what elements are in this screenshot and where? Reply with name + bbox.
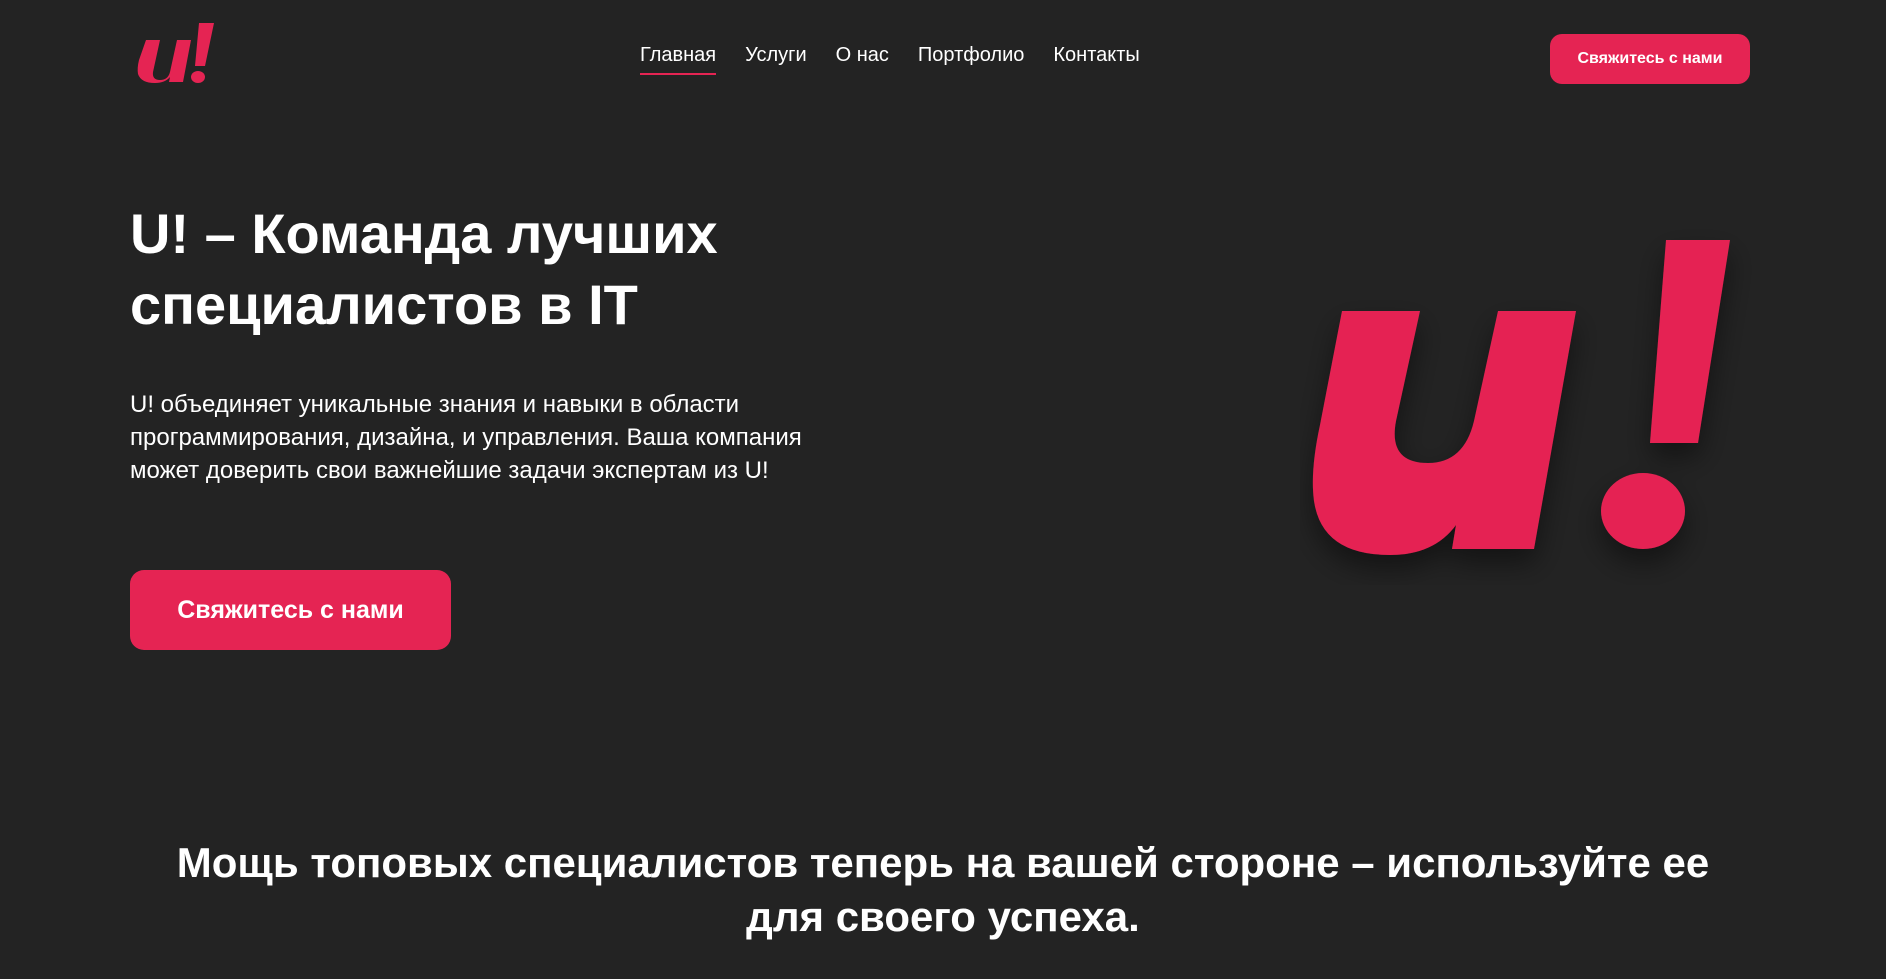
nav-item-portfolio[interactable]: Портфолио <box>918 44 1024 75</box>
header-contact-button[interactable]: Свяжитесь с нами <box>1550 34 1750 84</box>
nav-item-about[interactable]: О нас <box>836 44 889 75</box>
hero-logo <box>1312 240 1730 555</box>
hero-title-line2: специалистов в IT <box>130 273 638 336</box>
nav-item-home[interactable]: Главная <box>640 44 717 75</box>
main-nav: Главная Услуги О нас Портфолио Контакты <box>640 44 1140 75</box>
logo[interactable] <box>132 10 218 94</box>
hero-title-line1: U! – Команда лучших <box>130 202 718 265</box>
nav-item-services[interactable]: Услуги <box>745 44 807 75</box>
nav-item-contacts[interactable]: Контакты <box>1053 44 1139 75</box>
hero-description: U! объединяет уникальные знания и навыки… <box>130 391 802 484</box>
hero-title: U! – Команда лучших специалистов в IT <box>130 198 830 340</box>
hero-contact-button[interactable]: Свяжитесь с нами <box>130 570 451 650</box>
tagline-heading: Мощь топовых специалистов теперь на ваше… <box>176 839 1710 940</box>
